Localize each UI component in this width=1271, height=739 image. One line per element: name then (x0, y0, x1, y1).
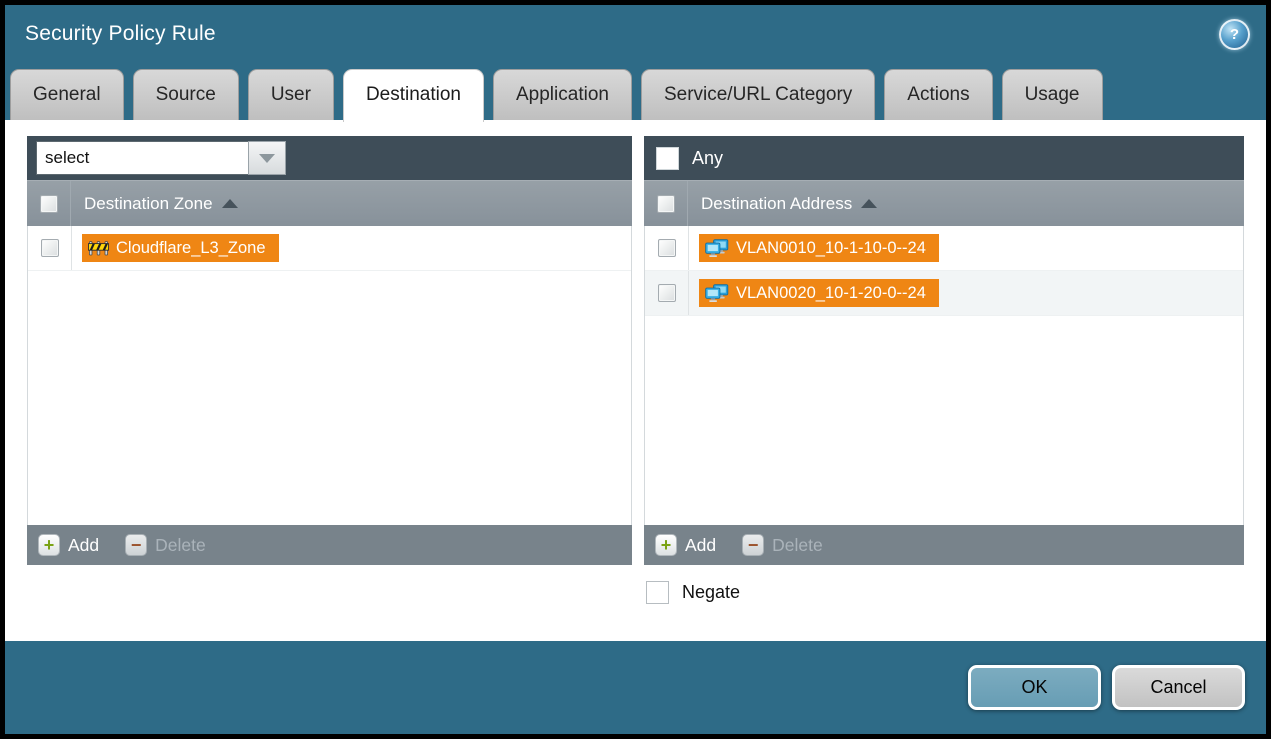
cancel-button[interactable]: Cancel (1112, 665, 1245, 710)
address-panel-topbar: Any (644, 136, 1244, 180)
chevron-down-icon (259, 154, 275, 163)
address-name: VLAN0020_10-1-20-0--24 (736, 284, 926, 303)
zone-row-checkbox[interactable] (41, 239, 59, 257)
any-label: Any (692, 148, 723, 169)
address-name: VLAN0010_10-1-10-0--24 (736, 239, 926, 258)
address-list: VLAN0010_10-1-10-0--24 (644, 226, 1244, 525)
address-select-all-cell (644, 181, 688, 226)
address-icon (705, 284, 729, 303)
tab-service-url-category[interactable]: Service/URL Category (641, 69, 875, 120)
tab-general[interactable]: General (10, 69, 124, 120)
help-icon[interactable]: ? (1219, 19, 1250, 50)
minus-icon: − (125, 534, 147, 556)
column-header-label: Destination Zone (84, 194, 213, 214)
address-panel-toolbar: + Add − Delete (644, 525, 1244, 565)
zone-value-chip[interactable]: Cloudflare_L3_Zone (82, 234, 279, 262)
zone-add-button[interactable]: + Add (38, 534, 99, 556)
plus-icon: + (38, 534, 60, 556)
zone-filter-dropdown-button[interactable] (248, 141, 286, 175)
zone-panel-topbar (27, 136, 632, 180)
tab-bar: General Source User Destination Applicat… (5, 63, 1266, 120)
zone-delete-button[interactable]: − Delete (125, 534, 206, 556)
negate-checkbox[interactable] (646, 581, 669, 604)
address-delete-button[interactable]: − Delete (742, 534, 823, 556)
zone-select-all-cell (27, 181, 71, 226)
column-header-label: Destination Address (701, 194, 852, 214)
row-checkbox-cell (28, 226, 72, 270)
plus-icon: + (655, 534, 677, 556)
zone-name: Cloudflare_L3_Zone (116, 239, 266, 258)
add-button-label: Add (68, 535, 99, 556)
column-header-destination-zone[interactable]: Destination Zone (84, 194, 238, 214)
address-add-button[interactable]: + Add (655, 534, 716, 556)
tab-user[interactable]: User (248, 69, 334, 120)
negate-option: Negate (646, 581, 1266, 604)
any-checkbox[interactable] (656, 147, 679, 170)
zone-icon (88, 240, 109, 256)
destination-zone-panel: Destination Zone (27, 136, 632, 565)
delete-button-label: Delete (772, 535, 823, 556)
ok-button[interactable]: OK (968, 665, 1101, 710)
address-list-item[interactable]: VLAN0020_10-1-20-0--24 (645, 271, 1243, 316)
sort-ascending-icon (222, 199, 238, 208)
address-value-chip[interactable]: VLAN0010_10-1-10-0--24 (699, 234, 939, 262)
tab-application[interactable]: Application (493, 69, 632, 120)
destination-address-panel: Any Destination Address (644, 136, 1244, 565)
minus-icon: − (742, 534, 764, 556)
address-row-checkbox[interactable] (658, 239, 676, 257)
zone-panel-toolbar: + Add − Delete (27, 525, 632, 565)
zone-filter-input[interactable] (36, 141, 248, 175)
address-icon (705, 239, 729, 258)
zone-list-item[interactable]: Cloudflare_L3_Zone (28, 226, 631, 271)
security-policy-rule-dialog: Security Policy Rule ? General Source Us… (5, 5, 1266, 734)
address-list-item[interactable]: VLAN0010_10-1-10-0--24 (645, 226, 1243, 271)
address-value-chip[interactable]: VLAN0020_10-1-20-0--24 (699, 279, 939, 307)
delete-button-label: Delete (155, 535, 206, 556)
dialog-footer: OK Cancel (5, 641, 1266, 734)
row-checkbox-cell (645, 271, 689, 315)
add-button-label: Add (685, 535, 716, 556)
dialog-title: Security Policy Rule (25, 22, 1219, 46)
dialog-titlebar: Security Policy Rule ? (5, 5, 1266, 63)
zone-list: Cloudflare_L3_Zone (27, 226, 632, 525)
zone-filter-combo (36, 141, 286, 175)
address-column-header-row: Destination Address (644, 180, 1244, 226)
row-checkbox-cell (645, 226, 689, 270)
address-row-checkbox[interactable] (658, 284, 676, 302)
negate-label: Negate (682, 582, 740, 603)
address-select-all-checkbox[interactable] (657, 195, 675, 213)
tab-source[interactable]: Source (133, 69, 239, 120)
destination-tab-content: Destination Zone (5, 120, 1266, 641)
tab-destination[interactable]: Destination (343, 69, 484, 122)
zone-select-all-checkbox[interactable] (40, 195, 58, 213)
zone-column-header-row: Destination Zone (27, 180, 632, 226)
sort-ascending-icon (861, 199, 877, 208)
tab-actions[interactable]: Actions (884, 69, 992, 120)
tab-usage[interactable]: Usage (1002, 69, 1103, 120)
column-header-destination-address[interactable]: Destination Address (701, 194, 877, 214)
